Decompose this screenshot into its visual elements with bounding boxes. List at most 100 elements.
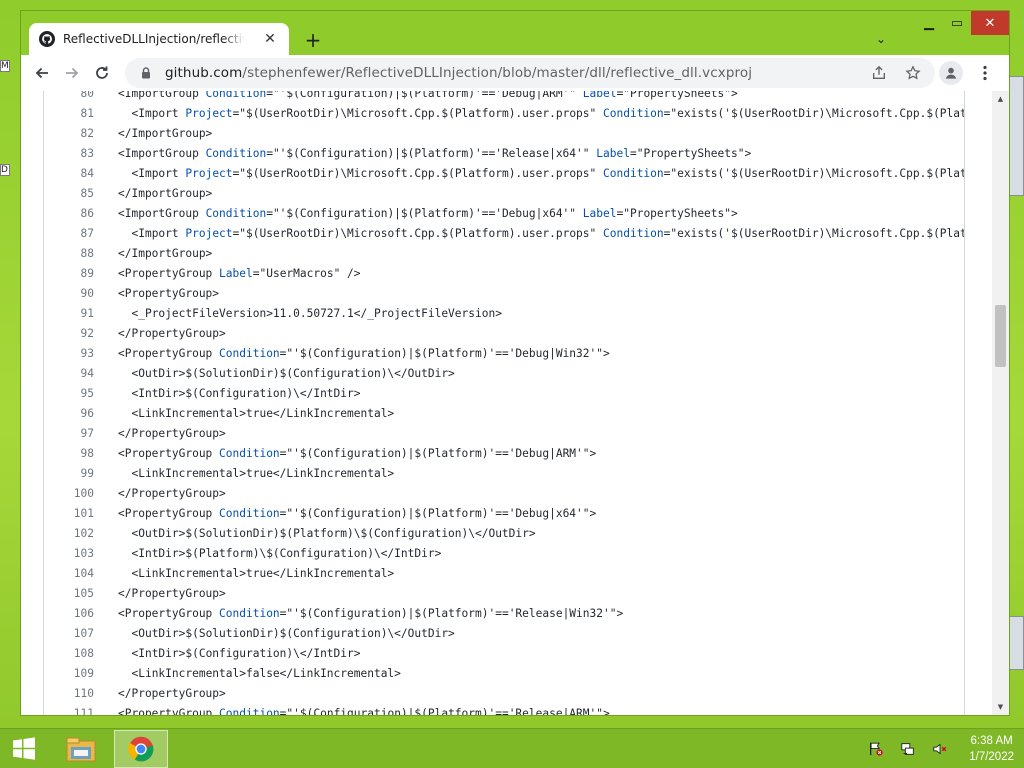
flag-icon[interactable] — [867, 740, 885, 758]
code-attr-value: "PropertySheets" — [623, 206, 732, 220]
new-tab-button[interactable]: + — [301, 28, 325, 52]
line-number[interactable]: 107 — [44, 627, 94, 640]
line-number[interactable]: 108 — [44, 647, 94, 660]
line-source: <Import Project="$(UserRootDir)\Microsof… — [94, 167, 964, 180]
line-number[interactable]: 102 — [44, 527, 94, 540]
code-line: 86 <ImportGroup Condition="'$(Configurati… — [44, 203, 964, 223]
share-icon[interactable] — [869, 63, 889, 83]
vertical-scrollbar[interactable]: ▲ ▼ — [992, 91, 1009, 715]
desktop-icon-stub[interactable]: M — [0, 60, 10, 72]
line-number[interactable]: 83 — [44, 147, 94, 160]
tab-active[interactable]: ReflectiveDLLInjection/reflective_dll.vc… — [29, 23, 289, 55]
line-number[interactable]: 105 — [44, 587, 94, 600]
reload-button[interactable] — [87, 58, 117, 88]
code-text: </PropertyGroup> — [118, 426, 226, 440]
code-tag: <PropertyGroup — [118, 446, 220, 460]
line-source: </PropertyGroup> — [94, 587, 226, 600]
chrome-taskbar-button[interactable] — [114, 729, 168, 768]
more-menu-icon[interactable] — [975, 61, 995, 85]
scroll-up-icon[interactable]: ▲ — [992, 91, 1009, 107]
code-line: 101 <PropertyGroup Condition="'$(Configur… — [44, 503, 964, 523]
start-button[interactable] — [0, 729, 48, 768]
code-text: </ImportGroup> — [118, 126, 213, 140]
line-number[interactable]: 96 — [44, 407, 94, 420]
line-source: <PropertyGroup Condition="'$(Configurati… — [118, 606, 624, 620]
line-number[interactable]: 98 — [44, 447, 94, 460]
network-icon[interactable] — [899, 740, 917, 758]
code-line: 96 <LinkIncremental>true</LinkIncrementa… — [44, 403, 964, 423]
code-line: 97 </PropertyGroup> — [44, 423, 964, 443]
line-number[interactable]: 99 — [44, 467, 94, 480]
code-tag-close: > — [731, 91, 738, 100]
forward-button[interactable] — [57, 58, 87, 88]
taskbar-clock[interactable]: 6:38 AM 1/7/2022 — [969, 733, 1014, 765]
line-number[interactable]: 104 — [44, 567, 94, 580]
line-number[interactable]: 88 — [44, 247, 94, 260]
code-attr-value: "'$(Configuration)|$(Platform)'=='Debug|… — [272, 206, 577, 220]
line-number[interactable]: 80 — [44, 91, 94, 100]
bookmark-star-icon[interactable] — [903, 63, 923, 83]
code-line: 85 </ImportGroup> — [44, 183, 964, 203]
line-number[interactable]: 111 — [44, 707, 94, 716]
profile-avatar-icon[interactable] — [939, 61, 963, 85]
code-line: 88 </ImportGroup> — [44, 243, 964, 263]
chrome-icon — [128, 736, 154, 761]
code-attr-name: Condition — [603, 226, 664, 240]
line-source: <ImportGroup Condition="'$(Configuration… — [118, 206, 738, 220]
line-number[interactable]: 106 — [44, 607, 94, 620]
line-number[interactable]: 87 — [44, 227, 94, 240]
code-tag-close: > — [731, 206, 738, 220]
scrollbar-thumb[interactable] — [995, 305, 1006, 367]
close-window-button[interactable]: ✕ — [971, 11, 1009, 35]
line-number[interactable]: 82 — [44, 127, 94, 140]
minimize-button[interactable]: ▁ — [915, 11, 943, 35]
line-number[interactable]: 84 — [44, 167, 94, 180]
speaker-icon[interactable] — [931, 740, 949, 758]
code-tag: <PropertyGroup — [118, 346, 220, 360]
desktop-icon-stub[interactable]: D — [0, 164, 10, 176]
line-number[interactable]: 90 — [44, 287, 94, 300]
code-text: </PropertyGroup> — [118, 326, 226, 340]
line-number[interactable]: 86 — [44, 207, 94, 220]
line-number[interactable]: 81 — [44, 107, 94, 120]
system-tray: 6:38 AM 1/7/2022 — [867, 729, 1014, 768]
clock-date: 1/7/2022 — [969, 751, 1014, 763]
line-number[interactable]: 97 — [44, 427, 94, 440]
line-number[interactable]: 93 — [44, 347, 94, 360]
code-attr-name: Label — [596, 146, 630, 160]
url-host: github.com — [165, 65, 243, 81]
lock-icon[interactable] — [139, 66, 153, 80]
code-text: <PropertyGroup> — [118, 286, 220, 300]
code-attr-name: Project — [185, 106, 233, 120]
code-text: <IntDir>$(Configuration)\</IntDir> — [131, 646, 361, 660]
code-attr-name: Condition — [219, 446, 280, 460]
line-source: </ImportGroup> — [94, 127, 212, 140]
tab-search-icon[interactable]: ⌄ — [871, 29, 891, 49]
code-tag: <Import — [131, 226, 186, 240]
maximize-button[interactable]: ▭ — [943, 11, 971, 35]
address-bar[interactable]: github.com/stephenfewer/ReflectiveDLLInj… — [125, 58, 935, 88]
url-path: /stephenfewer/ReflectiveDLLInjection/blo… — [242, 65, 753, 81]
code-tag: <PropertyGroup — [118, 266, 220, 280]
code-attr-name: Condition — [219, 506, 280, 520]
line-number[interactable]: 95 — [44, 387, 94, 400]
line-number[interactable]: 110 — [44, 687, 94, 700]
code-text: </PropertyGroup> — [118, 586, 226, 600]
code-tag: <Import — [131, 166, 186, 180]
code-attr-value: "PropertySheets" — [623, 91, 732, 100]
background-window-edge — [1008, 616, 1024, 670]
line-number[interactable]: 109 — [44, 667, 94, 680]
close-tab-icon[interactable]: ✕ — [261, 30, 279, 48]
line-number[interactable]: 89 — [44, 267, 94, 280]
back-button[interactable] — [27, 58, 57, 88]
line-number[interactable]: 103 — [44, 547, 94, 560]
line-number[interactable]: 85 — [44, 187, 94, 200]
line-number[interactable]: 94 — [44, 367, 94, 380]
scroll-down-icon[interactable]: ▼ — [992, 699, 1009, 715]
line-number[interactable]: 91 — [44, 307, 94, 320]
line-number[interactable]: 100 — [44, 487, 94, 500]
file-explorer-taskbar-button[interactable] — [54, 730, 108, 768]
code-attr-value: "$(UserRootDir)\Microsoft.Cpp.$(Platform… — [239, 226, 597, 240]
line-number[interactable]: 92 — [44, 327, 94, 340]
line-number[interactable]: 101 — [44, 507, 94, 520]
